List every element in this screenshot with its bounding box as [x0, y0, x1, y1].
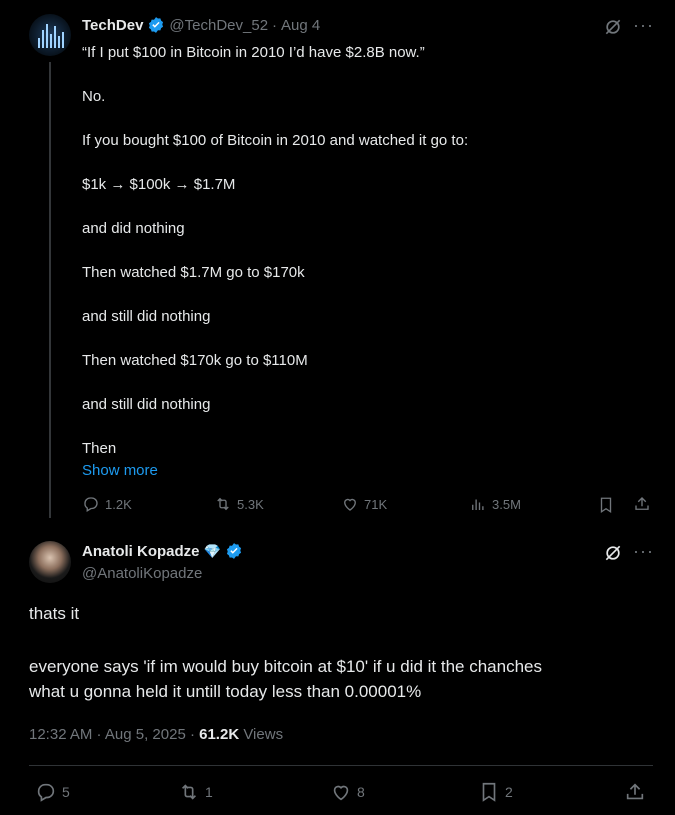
verified-badge-icon: [149, 17, 164, 33]
reply-line-2: everyone says 'if im would buy bitcoin a…: [29, 657, 542, 676]
grok-icon[interactable]: [603, 17, 623, 37]
reply-button[interactable]: 1.2K: [82, 495, 132, 513]
handle[interactable]: @TechDev_52: [169, 17, 268, 34]
reply-meta: 12:32 AM · Aug 5, 2025 · 61.2K Views: [29, 726, 283, 743]
reply-reply-icon: [37, 783, 55, 802]
reply-bookmark-button[interactable]: 2: [478, 781, 513, 803]
tweet-line-1: “If I put $100 in Bitcoin in 2010 I’d ha…: [82, 44, 425, 61]
reply-handle[interactable]: @AnatoliKopadze: [82, 565, 202, 582]
reply-heart-icon: [333, 785, 349, 801]
reply-share-icon[interactable]: [624, 781, 646, 803]
reply-display-name[interactable]: Anatoli Kopadze: [82, 543, 200, 560]
heart-icon: [344, 498, 356, 511]
tweet-line-3: If you bought $100 of Bitcoin in 2010 an…: [82, 132, 469, 149]
reply-repost-count: 1: [205, 784, 213, 800]
reply-reply-count: 5: [62, 784, 70, 800]
diamond-emoji: 💎: [203, 542, 221, 559]
reply-verified-badge-icon: [226, 543, 242, 559]
reply-header: Anatoli Kopadze 💎: [82, 542, 243, 560]
avatar-anatoli[interactable]: [29, 541, 71, 583]
separator-dot: ·: [272, 16, 278, 34]
reply-icon: [84, 497, 98, 512]
repost-count: 5.3K: [237, 496, 264, 512]
like-count: 71K: [364, 496, 388, 512]
reply-reply-button[interactable]: 5: [35, 781, 70, 803]
views-button[interactable]: 3.5M: [469, 495, 521, 513]
views-count: 3.5M: [492, 496, 521, 512]
reply-line-1: thats it: [29, 604, 80, 623]
repost-icon: [217, 497, 229, 511]
tweet-line-10: Then: [82, 440, 117, 457]
share-icon[interactable]: [633, 495, 651, 513]
thread-line: [49, 62, 51, 518]
reply-repost-icon: [181, 784, 197, 800]
tweet-line-8: Then watched $170k go to $110M: [82, 352, 308, 369]
tweet-line-7: and still did nothing: [82, 308, 211, 325]
display-name[interactable]: TechDev: [82, 17, 143, 34]
avatar-techdev[interactable]: [29, 14, 71, 56]
divider: [29, 765, 653, 766]
like-button[interactable]: 71K: [341, 495, 387, 513]
reply-views-count: 61.2K: [199, 726, 240, 743]
more-options-icon[interactable]: ···: [633, 15, 654, 36]
reply-bookmark-icon: [482, 782, 496, 802]
tweet-date[interactable]: Aug 4: [281, 17, 320, 34]
bookmark-icon[interactable]: [597, 496, 615, 514]
reply-more-options-icon[interactable]: ···: [633, 541, 654, 562]
show-more-link[interactable]: Show more: [82, 461, 158, 481]
reply-timestamp[interactable]: 12:32 AM · Aug 5, 2025 ·: [29, 726, 199, 743]
reply-repost-button[interactable]: 1: [178, 781, 213, 803]
tweet-line-9: and still did nothing: [82, 396, 211, 413]
tweet-line-5: and did nothing: [82, 220, 185, 237]
reply-grok-icon[interactable]: [603, 543, 623, 563]
reply-like-button[interactable]: 8: [330, 781, 365, 803]
reply-bookmark-count: 2: [505, 784, 513, 800]
tweet-header: TechDev @TechDev_52 · Aug 4: [82, 16, 320, 34]
reply-like-count: 8: [357, 784, 365, 800]
tweet-line-6: Then watched $1.7M go to $170k: [82, 264, 305, 281]
reply-count: 1.2K: [105, 496, 132, 512]
tweet-line-4: $1k → $100k → $1.7M: [82, 176, 236, 193]
views-chart-icon: [472, 499, 484, 510]
tweet-line-2: No.: [82, 88, 106, 105]
reply-line-3: what u gonna held it untill today less t…: [29, 682, 422, 701]
reply-views-label: Views: [239, 726, 284, 743]
repost-button[interactable]: 5.3K: [214, 495, 264, 513]
